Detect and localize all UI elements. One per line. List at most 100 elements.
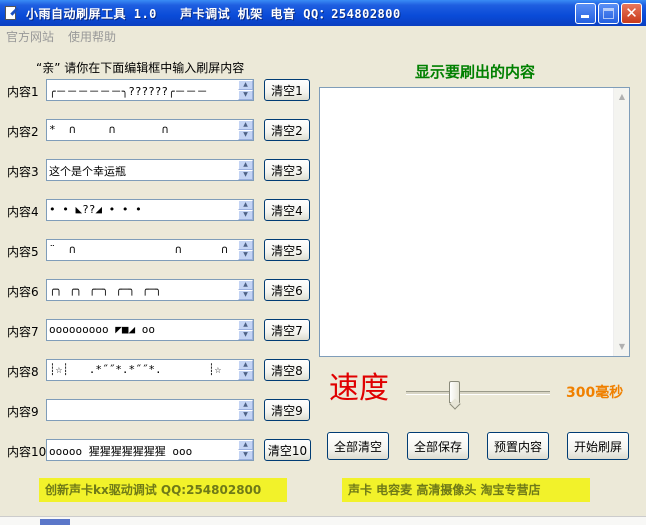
- content-input-text: ¨ ∩ ∩ ∩: [49, 243, 228, 256]
- content-input-text: 这个是个幸运瓶: [49, 165, 126, 178]
- spin-down-icon[interactable]: ▼: [238, 90, 253, 100]
- spin-up-icon[interactable]: ▲: [238, 200, 253, 210]
- content-input-text: ╭╮ ╭╮ ╭─╮ ╭─╮ ╭─╮: [49, 283, 162, 296]
- content-input-5[interactable]: ¨ ∩ ∩ ∩ ▲ ▼: [46, 239, 254, 261]
- banner-driver-qq: 创新声卡kx驱动调试 QQ:254802800: [39, 478, 287, 502]
- scroll-down-icon[interactable]: ▼: [615, 339, 629, 355]
- input-spinner[interactable]: ▲ ▼: [238, 440, 253, 460]
- maximize-button[interactable]: [598, 3, 619, 24]
- spin-up-icon[interactable]: ▲: [238, 320, 253, 330]
- close-icon: ✕: [625, 4, 638, 22]
- clear-button-6[interactable]: 清空6: [264, 279, 310, 301]
- input-spinner[interactable]: ▲ ▼: [238, 360, 253, 380]
- content-row-5: 内容5 ¨ ∩ ∩ ∩ ▲ ▼ 清空5: [0, 239, 320, 261]
- content-label: 内容5: [7, 245, 39, 259]
- display-scrollbar[interactable]: ▲ ▼: [613, 88, 629, 356]
- clear-button-3[interactable]: 清空3: [264, 159, 310, 181]
- banner-shop: 声卡 电容麦 高清摄像头 淘宝专营店: [342, 478, 590, 502]
- input-spinner[interactable]: ▲ ▼: [238, 80, 253, 100]
- speed-slider-track[interactable]: [406, 391, 550, 395]
- input-spinner[interactable]: ▲ ▼: [238, 280, 253, 300]
- content-input-1[interactable]: ╭－－－－－－╮??????╭－－－ ▲ ▼: [46, 79, 254, 101]
- clear-button-10[interactable]: 清空10: [264, 439, 311, 461]
- content-label: 内容8: [7, 365, 39, 379]
- input-spinner[interactable]: ▲ ▼: [238, 200, 253, 220]
- start-button[interactable]: 开始刷屏: [567, 432, 629, 460]
- content-label: 内容1: [7, 85, 39, 99]
- input-spinner[interactable]: ▲ ▼: [238, 400, 253, 420]
- display-title: 显示要刷出的内容: [414, 63, 535, 81]
- clear-button-7[interactable]: 清空7: [264, 319, 310, 341]
- spin-up-icon[interactable]: ▲: [238, 280, 253, 290]
- content-input-8[interactable]: ┊☆┊ .*˝˝*.*˝˝*. ┊☆ ▲ ▼: [46, 359, 254, 381]
- spin-down-icon[interactable]: ▼: [238, 330, 253, 340]
- spin-down-icon[interactable]: ▼: [238, 370, 253, 380]
- content-input-3[interactable]: 这个是个幸运瓶 ▲ ▼: [46, 159, 254, 181]
- content-input-text: ╭－－－－－－╮??????╭－－－: [49, 85, 208, 98]
- content-label: 内容7: [7, 325, 39, 339]
- clear-button-5[interactable]: 清空5: [264, 239, 310, 261]
- scroll-up-icon[interactable]: ▲: [615, 89, 629, 105]
- content-input-2[interactable]: * ∩ ∩ ∩ ▲ ▼: [46, 119, 254, 141]
- spin-up-icon[interactable]: ▲: [238, 440, 253, 450]
- input-spinner[interactable]: ▲ ▼: [238, 240, 253, 260]
- spin-down-icon[interactable]: ▼: [238, 290, 253, 300]
- taskbar-peek: [0, 516, 646, 525]
- title-bar: 小雨自动刷屏工具 1.0 声卡调试 机架 电音 QQ：254802800 ✕: [0, 0, 646, 26]
- content-row-2: 内容2 * ∩ ∩ ∩ ▲ ▼ 清空2: [0, 119, 320, 141]
- content-input-text: ooooo 猩猩猩猩猩猩猩 ooo: [49, 445, 193, 458]
- content-input-text: ooooooooo ◤■◢ oo: [49, 323, 155, 336]
- taskbar-item: [40, 519, 70, 525]
- spin-down-icon[interactable]: ▼: [238, 170, 253, 180]
- content-input-text: • • ◣??◢ • • •: [49, 203, 142, 216]
- speed-slider-thumb[interactable]: [449, 381, 460, 403]
- spin-up-icon[interactable]: ▲: [238, 80, 253, 90]
- spin-down-icon[interactable]: ▼: [238, 450, 253, 460]
- clear-button-4[interactable]: 清空4: [264, 199, 310, 221]
- content-input-text: ┊☆┊ .*˝˝*.*˝˝*. ┊☆: [49, 363, 222, 376]
- spin-down-icon[interactable]: ▼: [238, 410, 253, 420]
- content-label: 内容4: [7, 205, 39, 219]
- minimize-button[interactable]: [575, 3, 596, 24]
- spin-down-icon[interactable]: ▼: [238, 210, 253, 220]
- display-textarea[interactable]: ▲ ▼: [319, 87, 630, 357]
- clear-all-button[interactable]: 全部清空: [327, 432, 389, 460]
- clear-button-8[interactable]: 清空8: [264, 359, 310, 381]
- input-spinner[interactable]: ▲ ▼: [238, 160, 253, 180]
- close-button[interactable]: ✕: [621, 3, 642, 24]
- speed-value: 300毫秒: [566, 385, 624, 401]
- content-label: 内容3: [7, 165, 39, 179]
- menu-official-site[interactable]: 官方网站: [6, 28, 54, 45]
- content-input-9[interactable]: ▲ ▼: [46, 399, 254, 421]
- speed-label: 速度: [329, 371, 389, 406]
- content-input-4[interactable]: • • ◣??◢ • • • ▲ ▼: [46, 199, 254, 221]
- spin-up-icon[interactable]: ▲: [238, 400, 253, 410]
- content-row-9: 内容9 ▲ ▼ 清空9: [0, 399, 320, 421]
- spin-down-icon[interactable]: ▼: [238, 250, 253, 260]
- input-spinner[interactable]: ▲ ▼: [238, 320, 253, 340]
- spin-up-icon[interactable]: ▲: [238, 160, 253, 170]
- content-row-8: 内容8 ┊☆┊ .*˝˝*.*˝˝*. ┊☆ ▲ ▼ 清空8: [0, 359, 320, 381]
- spin-up-icon[interactable]: ▲: [238, 240, 253, 250]
- menu-help[interactable]: 使用帮助: [68, 28, 116, 45]
- input-spinner[interactable]: ▲ ▼: [238, 120, 253, 140]
- content-row-10: 内容10 ooooo 猩猩猩猩猩猩猩 ooo ▲ ▼ 清空10: [0, 439, 320, 461]
- content-input-7[interactable]: ooooooooo ◤■◢ oo ▲ ▼: [46, 319, 254, 341]
- spin-down-icon[interactable]: ▼: [238, 130, 253, 140]
- save-all-button[interactable]: 全部保存: [407, 432, 469, 460]
- clear-button-1[interactable]: 清空1: [264, 79, 310, 101]
- spin-up-icon[interactable]: ▲: [238, 120, 253, 130]
- preset-content-button[interactable]: 预置内容: [487, 432, 549, 460]
- clear-button-9[interactable]: 清空9: [264, 399, 310, 421]
- maximize-icon: [603, 8, 614, 19]
- content-input-6[interactable]: ╭╮ ╭╮ ╭─╮ ╭─╮ ╭─╮ ▲ ▼: [46, 279, 254, 301]
- content-row-7: 内容7 ooooooooo ◤■◢ oo ▲ ▼ 清空7: [0, 319, 320, 341]
- spin-up-icon[interactable]: ▲: [238, 360, 253, 370]
- app-icon: [4, 5, 20, 21]
- clear-button-2[interactable]: 清空2: [264, 119, 310, 141]
- input-hint: “亲” 请你在下面编辑框中输入刷屏内容: [36, 61, 245, 75]
- content-input-10[interactable]: ooooo 猩猩猩猩猩猩猩 ooo ▲ ▼: [46, 439, 254, 461]
- minimize-icon: [581, 15, 589, 18]
- content-label: 内容2: [7, 125, 39, 139]
- content-row-1: 内容1 ╭－－－－－－╮??????╭－－－ ▲ ▼ 清空1: [0, 79, 320, 101]
